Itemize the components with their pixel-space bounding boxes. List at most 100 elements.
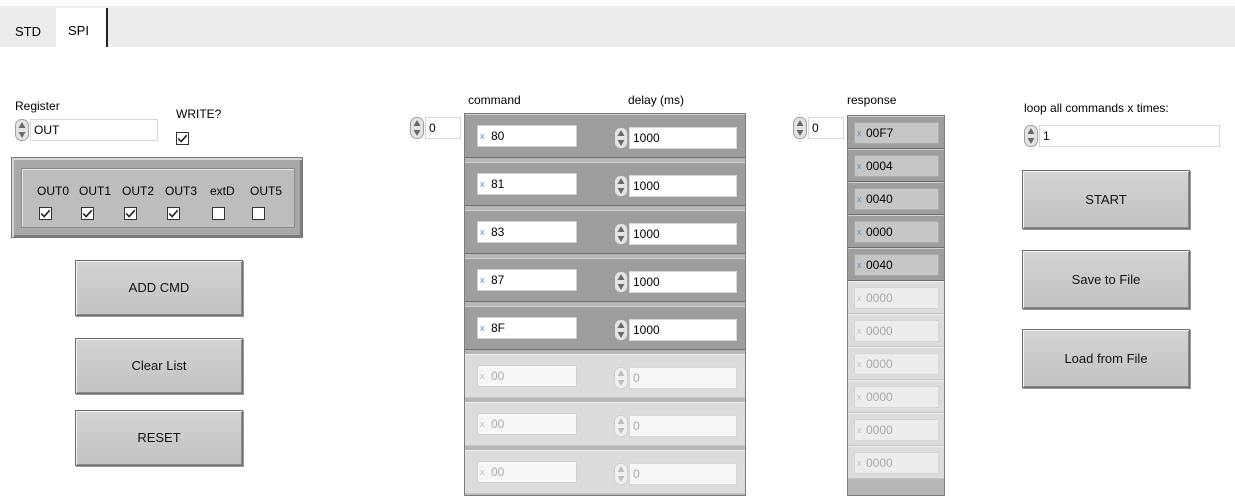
- response-value: 0000: [866, 225, 893, 239]
- command-value: 00: [491, 465, 505, 479]
- hex-prefix: x: [857, 425, 862, 435]
- hex-prefix: x: [857, 458, 862, 468]
- hex-prefix: x: [857, 293, 862, 303]
- checkmark-icon: [125, 209, 136, 218]
- checkmark-icon: [40, 209, 51, 218]
- hex-prefix: x: [480, 323, 485, 333]
- command-value: 87: [491, 273, 505, 287]
- delay-spinner-icon[interactable]: [614, 175, 628, 197]
- response-header: response: [847, 93, 897, 107]
- command-input[interactable]: x 8F: [477, 317, 577, 339]
- tab-strip: STD SPI: [0, 0, 1235, 47]
- delay-input[interactable]: 1000: [629, 127, 737, 149]
- command-input[interactable]: x 87: [477, 269, 577, 291]
- command-array: x 80 1000 x 81 1000 x 83 1000 x 87 1000 x 8F 1000 x 00 0 x…: [464, 113, 746, 496]
- response-value: 00F7: [866, 126, 894, 140]
- response-value: 0000: [866, 456, 893, 470]
- delay-input[interactable]: 0: [629, 367, 737, 389]
- register-spinner-icon[interactable]: [15, 119, 29, 141]
- command-value: 00: [491, 369, 505, 383]
- hex-prefix: x: [480, 275, 485, 285]
- hex-prefix: x: [857, 194, 862, 204]
- write-checkbox[interactable]: [176, 132, 189, 145]
- response-array: x 00F7 x 0004 x 0040 x 0000 x 0040 x 0000 x 0000 x 0000…: [847, 115, 945, 496]
- command-row: x 87 1000: [465, 258, 745, 302]
- command-index-input[interactable]: 0: [425, 117, 461, 139]
- output-checkbox-out3[interactable]: [167, 207, 180, 220]
- response-row: x 00F7: [848, 116, 944, 149]
- delay-input[interactable]: 1000: [629, 175, 737, 197]
- reset-button[interactable]: RESET: [75, 410, 243, 466]
- delay-spinner-icon[interactable]: [614, 415, 628, 437]
- response-value-field: x 0000: [854, 419, 939, 441]
- response-value-field: x 0000: [854, 221, 939, 243]
- delay-spinner-icon[interactable]: [614, 127, 628, 149]
- output-checkbox-out0[interactable]: [39, 207, 52, 220]
- load-from-file-button[interactable]: Load from File: [1022, 329, 1190, 388]
- hex-prefix: x: [480, 131, 485, 141]
- output-label-out5: OUT5: [250, 184, 283, 198]
- response-index-spinner-icon[interactable]: [793, 117, 807, 139]
- command-value: 83: [491, 225, 505, 239]
- hex-prefix: x: [480, 179, 485, 189]
- response-value: 0000: [866, 423, 893, 437]
- response-value-field: x 0000: [854, 353, 939, 375]
- response-index-input[interactable]: 0: [808, 117, 844, 139]
- delay-spinner-icon[interactable]: [614, 367, 628, 389]
- output-label-out2: OUT2: [122, 184, 155, 198]
- response-row: x 0004: [848, 149, 944, 182]
- response-value-field: x 0000: [854, 386, 939, 408]
- delay-input[interactable]: 0: [629, 415, 737, 437]
- output-checkbox-out2[interactable]: [124, 207, 137, 220]
- command-input[interactable]: x 00: [477, 365, 577, 387]
- hex-prefix: x: [857, 227, 862, 237]
- command-row: x 00 0: [465, 354, 745, 398]
- command-input[interactable]: x 00: [477, 461, 577, 483]
- delay-spinner-icon[interactable]: [614, 271, 628, 293]
- command-header: command: [468, 93, 521, 107]
- hex-prefix: x: [480, 419, 485, 429]
- output-checkbox-out5[interactable]: [252, 207, 265, 220]
- response-value: 0040: [866, 258, 893, 272]
- command-value: 8F: [491, 321, 506, 335]
- delay-input[interactable]: 1000: [629, 271, 737, 293]
- clear-list-button[interactable]: Clear List: [75, 338, 243, 394]
- response-row: x 0040: [848, 248, 944, 281]
- command-row: x 81 1000: [465, 162, 745, 206]
- tab-spi[interactable]: SPI: [56, 8, 108, 47]
- delay-input[interactable]: 0: [629, 463, 737, 485]
- output-checkbox-out1[interactable]: [81, 207, 94, 220]
- hex-prefix: x: [480, 227, 485, 237]
- hex-prefix: x: [480, 467, 485, 477]
- delay-spinner-icon[interactable]: [614, 223, 628, 245]
- register-input[interactable]: OUT: [30, 119, 158, 141]
- delay-spinner-icon[interactable]: [614, 319, 628, 341]
- command-input[interactable]: x 00: [477, 413, 577, 435]
- tab-std[interactable]: STD: [15, 18, 41, 46]
- add-cmd-button[interactable]: ADD CMD: [75, 260, 243, 316]
- write-label: WRITE?: [176, 107, 222, 121]
- response-value-field: x 0000: [854, 287, 939, 309]
- output-checkbox-extd[interactable]: [212, 207, 225, 220]
- delay-input[interactable]: 1000: [629, 223, 737, 245]
- output-label-out3: OUT3: [165, 184, 198, 198]
- loop-spinner-icon[interactable]: [1024, 125, 1038, 147]
- response-value: 0004: [866, 159, 893, 173]
- command-row: x 00 0: [465, 450, 745, 494]
- start-button[interactable]: START: [1022, 170, 1190, 229]
- response-value: 0000: [866, 390, 893, 404]
- command-row: x 83 1000: [465, 210, 745, 254]
- loop-count-input[interactable]: 1: [1039, 125, 1220, 147]
- output-label-extd: extD: [210, 184, 235, 198]
- delay-spinner-icon[interactable]: [614, 463, 628, 485]
- command-input[interactable]: x 83: [477, 221, 577, 243]
- delay-input[interactable]: 1000: [629, 319, 737, 341]
- command-input[interactable]: x 81: [477, 173, 577, 195]
- command-index-spinner-icon[interactable]: [410, 117, 424, 139]
- command-input[interactable]: x 80: [477, 125, 577, 147]
- response-value-field: x 0040: [854, 254, 939, 276]
- save-to-file-button[interactable]: Save to File: [1022, 250, 1190, 309]
- output-label-out1: OUT1: [79, 184, 112, 198]
- hex-prefix: x: [857, 359, 862, 369]
- command-value: 81: [491, 177, 505, 191]
